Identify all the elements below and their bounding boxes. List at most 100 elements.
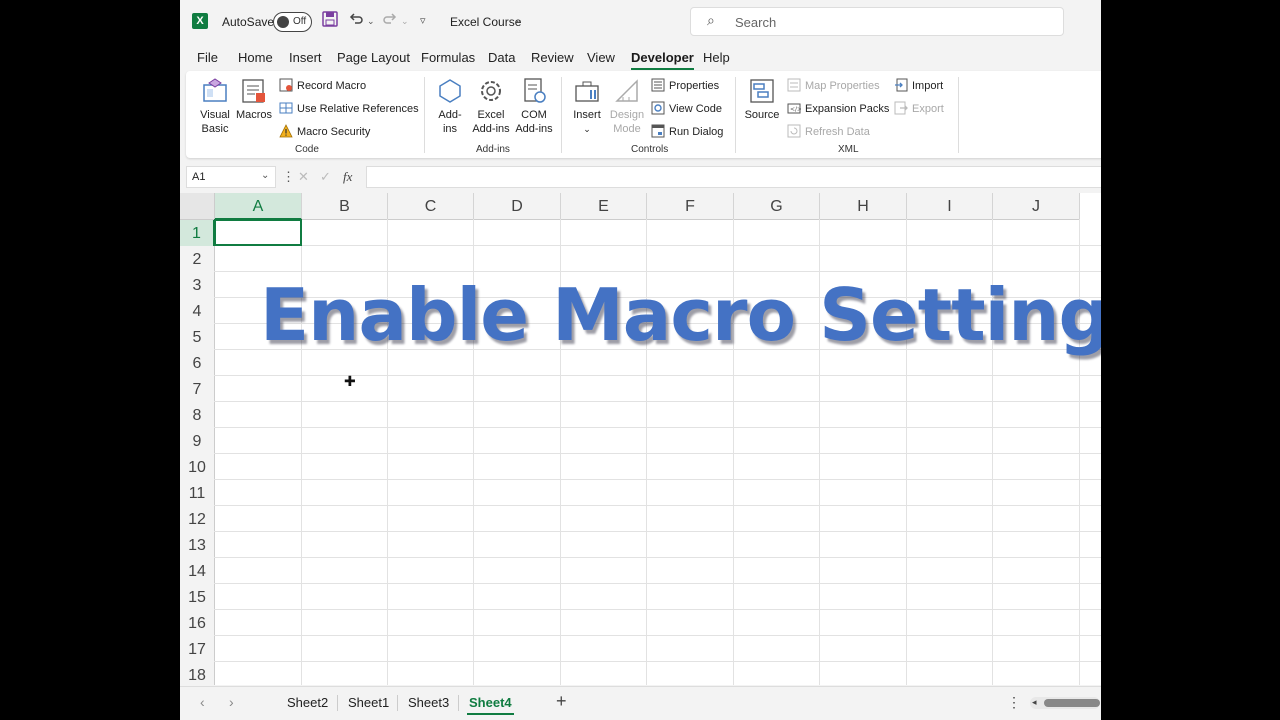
- row-header-3[interactable]: 3: [180, 272, 215, 299]
- sheet-options-icon[interactable]: ⋮: [1007, 694, 1021, 711]
- tab-insert[interactable]: Insert: [289, 50, 322, 65]
- undo-icon[interactable]: [348, 11, 364, 31]
- column-header-e[interactable]: E: [561, 193, 647, 220]
- sheet-tab-sheet2[interactable]: Sheet2: [287, 695, 328, 710]
- sheet-tab-sheet3[interactable]: Sheet3: [408, 695, 449, 710]
- scrollbar-thumb[interactable]: [1044, 699, 1100, 707]
- row-header-2[interactable]: 2: [180, 246, 215, 273]
- column-header-h[interactable]: H: [820, 193, 907, 220]
- macros-button[interactable]: Macros: [234, 77, 274, 122]
- visual-basic-button[interactable]: Visual Basic: [194, 77, 236, 136]
- column-header-c[interactable]: C: [388, 193, 474, 220]
- view-code-button[interactable]: View Code: [651, 101, 722, 115]
- gridline: [214, 271, 1101, 272]
- properties-button[interactable]: Properties: [651, 78, 719, 92]
- view-code-label: View Code: [669, 103, 722, 115]
- row-header-13[interactable]: 13: [180, 532, 215, 559]
- refresh-data-button[interactable]: Refresh Data: [787, 124, 870, 138]
- tab-data[interactable]: Data: [488, 50, 515, 65]
- expansion-packs-icon: </>: [787, 103, 801, 114]
- name-box-dropdown-icon[interactable]: ⌄: [261, 170, 269, 181]
- column-header-d[interactable]: D: [474, 193, 561, 220]
- import-button[interactable]: Import: [894, 78, 943, 92]
- excel-addins-button[interactable]: Excel Add-ins: [470, 77, 512, 136]
- sheet-tab-sheet1[interactable]: Sheet1: [348, 695, 389, 710]
- row-header-18[interactable]: 18: [180, 662, 215, 685]
- redo-icon[interactable]: [382, 11, 398, 31]
- tab-developer[interactable]: Developer: [631, 50, 694, 70]
- customize-toolbar-icon[interactable]: ▿: [420, 14, 426, 27]
- save-icon[interactable]: [322, 11, 338, 31]
- row-header-17[interactable]: 17: [180, 636, 215, 663]
- row-header-5[interactable]: 5: [180, 324, 215, 351]
- name-box[interactable]: A1 ⌄: [186, 166, 276, 188]
- previous-sheet-icon[interactable]: ‹: [200, 694, 205, 710]
- gridline: [214, 557, 1101, 558]
- cell-cursor-icon: ✚: [344, 373, 356, 389]
- column-header-a[interactable]: A: [215, 193, 302, 220]
- tab-help[interactable]: Help: [703, 50, 730, 65]
- export-button[interactable]: Export: [894, 101, 944, 115]
- title-chevron-down-icon[interactable]: ⌄: [514, 13, 523, 26]
- gridline: [214, 609, 1101, 610]
- insert-control-button[interactable]: Insert ⌄: [569, 77, 605, 136]
- document-title[interactable]: Excel Course: [450, 15, 521, 29]
- tab-formulas[interactable]: Formulas: [421, 50, 475, 65]
- column-header-f[interactable]: F: [647, 193, 734, 220]
- active-cell-a1[interactable]: [214, 219, 302, 246]
- record-macro-button[interactable]: Record Macro: [279, 78, 366, 92]
- ribbon-separator: [424, 77, 425, 153]
- source-button[interactable]: Source: [743, 77, 781, 122]
- formula-input[interactable]: [366, 166, 1101, 188]
- row-header-9[interactable]: 9: [180, 428, 215, 455]
- run-dialog-button[interactable]: Run Dialog: [651, 124, 723, 138]
- add-sheet-icon[interactable]: +: [556, 691, 567, 712]
- enter-icon[interactable]: ✓: [320, 169, 331, 185]
- search-box[interactable]: ⌕ Search: [690, 7, 1064, 36]
- row-header-11[interactable]: 11: [180, 480, 215, 507]
- autosave-toggle[interactable]: Off: [273, 12, 312, 32]
- column-header-j[interactable]: J: [993, 193, 1080, 220]
- row-header-14[interactable]: 14: [180, 558, 215, 585]
- row-header-12[interactable]: 12: [180, 506, 215, 533]
- more-options-icon[interactable]: ⋮: [282, 169, 295, 185]
- undo-dropdown-icon[interactable]: ⌄: [367, 16, 375, 27]
- column-header-g[interactable]: G: [734, 193, 820, 220]
- addins-button[interactable]: Add- ins: [432, 77, 468, 136]
- select-all-corner[interactable]: [180, 193, 215, 220]
- row-header-8[interactable]: 8: [180, 402, 215, 429]
- expansion-packs-button[interactable]: </> Expansion Packs: [787, 101, 889, 115]
- row-header-15[interactable]: 15: [180, 584, 215, 611]
- ribbon-separator: [735, 77, 736, 153]
- xml-source-icon: [750, 79, 774, 103]
- tab-home[interactable]: Home: [238, 50, 273, 65]
- tab-file[interactable]: File: [197, 50, 218, 65]
- use-relative-references-button[interactable]: Use Relative References: [279, 101, 419, 115]
- row-header-16[interactable]: 16: [180, 610, 215, 637]
- row-header-7[interactable]: 7: [180, 376, 215, 403]
- row-header-6[interactable]: 6: [180, 350, 215, 377]
- design-mode-button[interactable]: Design Mode: [607, 77, 647, 136]
- column-header-b[interactable]: B: [302, 193, 388, 220]
- horizontal-scrollbar[interactable]: ◂: [1030, 697, 1100, 709]
- tab-view[interactable]: View: [587, 50, 615, 65]
- cancel-icon[interactable]: ✕: [298, 169, 309, 185]
- insert-function-icon[interactable]: fx: [343, 169, 352, 185]
- scroll-left-icon[interactable]: ◂: [1032, 697, 1037, 708]
- row-header-10[interactable]: 10: [180, 454, 215, 481]
- next-sheet-icon[interactable]: ›: [229, 694, 234, 710]
- column-header-i[interactable]: I: [907, 193, 993, 220]
- com-addins-button[interactable]: COM Add-ins: [513, 77, 555, 136]
- redo-dropdown-icon[interactable]: ⌄: [401, 16, 409, 27]
- tab-review[interactable]: Review: [531, 50, 574, 65]
- import-icon: [895, 78, 908, 92]
- refresh-data-icon: [787, 124, 801, 138]
- map-properties-button[interactable]: Map Properties: [787, 78, 880, 92]
- autosave-state: Off: [293, 16, 307, 27]
- tab-page-layout[interactable]: Page Layout: [337, 50, 410, 65]
- macro-security-button[interactable]: Macro Security: [279, 124, 370, 138]
- row-header-1[interactable]: 1: [180, 220, 215, 247]
- sheet-tab-sheet4[interactable]: Sheet4: [467, 695, 514, 715]
- row-header-4[interactable]: 4: [180, 298, 215, 325]
- tab-divider: [337, 695, 338, 711]
